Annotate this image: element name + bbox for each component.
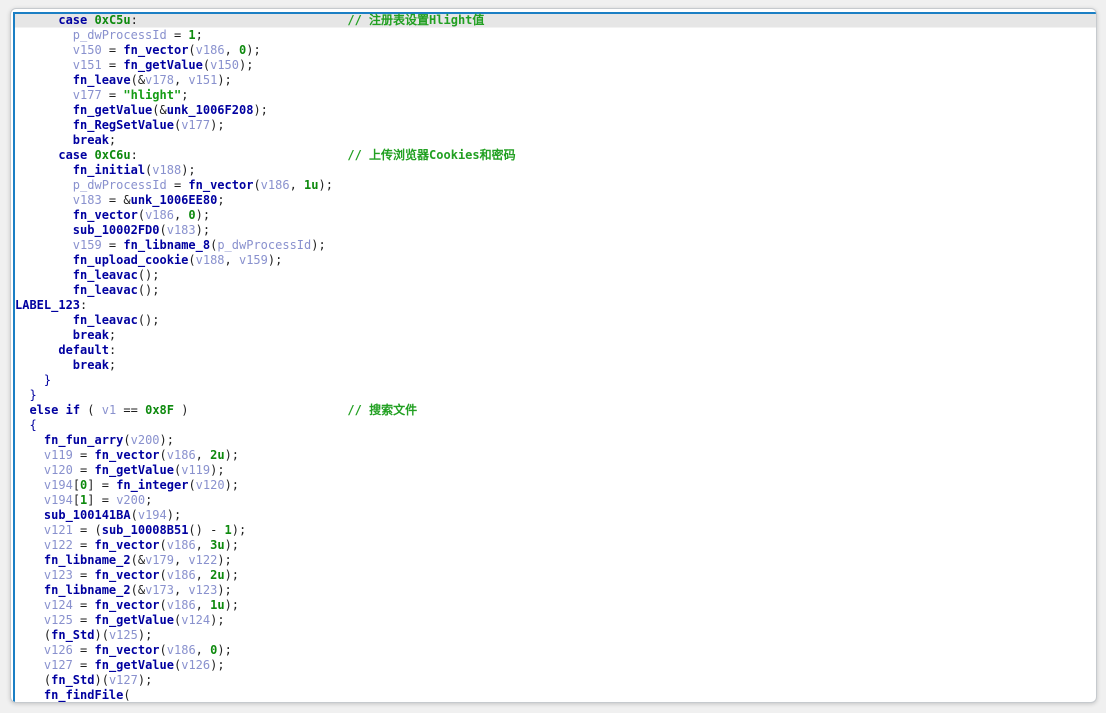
code-line[interactable]: fn_RegSetValue(v177); <box>15 118 1096 133</box>
code-line[interactable]: fn_leavac(); <box>15 283 1096 298</box>
code-line[interactable]: v177 = "hlight"; <box>15 88 1096 103</box>
code-line[interactable]: v151 = fn_getValue(v150); <box>15 58 1096 73</box>
code-line[interactable]: v121 = (sub_10008B51() - 1); <box>15 523 1096 538</box>
code-line[interactable]: v125 = fn_getValue(v124); <box>15 613 1096 628</box>
code-line[interactable]: v194[0] = fn_integer(v120); <box>15 478 1096 493</box>
code-line[interactable]: LABEL_123: <box>15 298 1096 313</box>
code-line[interactable]: fn_getValue(&unk_1006F208); <box>15 103 1096 118</box>
code-line[interactable]: sub_100141BA(v194); <box>15 508 1096 523</box>
code-line[interactable]: v159 = fn_libname_8(p_dwProcessId); <box>15 238 1096 253</box>
code-comment: // 上传浏览器Cookies和密码 <box>347 148 516 162</box>
code-line[interactable]: break; <box>15 328 1096 343</box>
code-line[interactable]: break; <box>15 133 1096 148</box>
code-line[interactable]: fn_initial(v188); <box>15 163 1096 178</box>
code-line[interactable]: v150 = fn_vector(v186, 0); <box>15 43 1096 58</box>
code-line[interactable]: v120 = fn_getValue(v119); <box>15 463 1096 478</box>
code-line[interactable]: fn_libname_2(&v179, v122); <box>15 553 1096 568</box>
code-line[interactable]: fn_findFile( <box>15 688 1096 702</box>
code-line[interactable]: } <box>15 373 1096 388</box>
code-comment: // 搜索文件 <box>347 403 418 417</box>
code-line[interactable]: p_dwProcessId = 1; <box>15 28 1096 43</box>
code-line[interactable]: fn_upload_cookie(v188, v159); <box>15 253 1096 268</box>
decompiler-panel: case 0xC5u: // 注册表设置Hlight值 p_dwProcessI… <box>10 8 1097 703</box>
code-line[interactable]: default: <box>15 343 1096 358</box>
code-line[interactable]: fn_leavac(); <box>15 313 1096 328</box>
code-line[interactable]: sub_10002FD0(v183); <box>15 223 1096 238</box>
code-comment: // 注册表设置Hlight值 <box>347 13 485 27</box>
code-line[interactable]: fn_leave(&v178, v151); <box>15 73 1096 88</box>
code-line[interactable]: else if ( v1 == 0x8F ) // 搜索文件 <box>15 403 1096 418</box>
code-line[interactable]: v126 = fn_vector(v186, 0); <box>15 643 1096 658</box>
code-line[interactable]: v123 = fn_vector(v186, 2u); <box>15 568 1096 583</box>
code-line[interactable]: fn_leavac(); <box>15 268 1096 283</box>
code-line[interactable]: { <box>15 418 1096 433</box>
code-line[interactable]: } <box>15 388 1096 403</box>
code-line[interactable]: break; <box>15 358 1096 373</box>
code-line[interactable]: v183 = &unk_1006EE80; <box>15 193 1096 208</box>
code-lines[interactable]: case 0xC5u: // 注册表设置Hlight值 p_dwProcessI… <box>15 13 1096 702</box>
code-line[interactable]: fn_fun_arry(v200); <box>15 433 1096 448</box>
code-line[interactable]: fn_vector(v186, 0); <box>15 208 1096 223</box>
code-line[interactable]: (fn_Std)(v127); <box>15 673 1096 688</box>
code-line[interactable]: v119 = fn_vector(v186, 2u); <box>15 448 1096 463</box>
code-line[interactable]: v124 = fn_vector(v186, 1u); <box>15 598 1096 613</box>
code-line[interactable]: v194[1] = v200; <box>15 493 1096 508</box>
code-line[interactable]: v122 = fn_vector(v186, 3u); <box>15 538 1096 553</box>
code-line[interactable]: p_dwProcessId = fn_vector(v186, 1u); <box>15 178 1096 193</box>
code-line[interactable]: case 0xC6u: // 上传浏览器Cookies和密码 <box>15 148 1096 163</box>
code-line-highlighted[interactable]: case 0xC5u: // 注册表设置Hlight值 <box>15 13 1096 28</box>
code-line[interactable]: v127 = fn_getValue(v126); <box>15 658 1096 673</box>
code-line[interactable]: fn_libname_2(&v173, v123); <box>15 583 1096 598</box>
code-line[interactable]: (fn_Std)(v125); <box>15 628 1096 643</box>
